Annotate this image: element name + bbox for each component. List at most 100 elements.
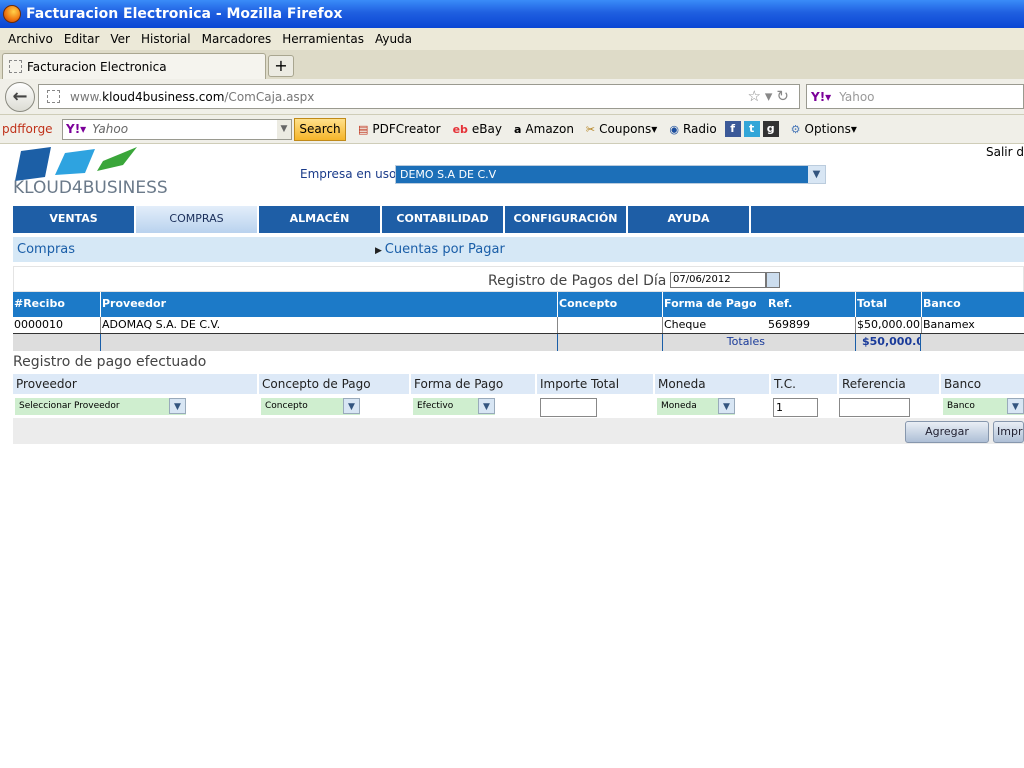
back-button[interactable]: ←	[5, 82, 35, 112]
pdfcreator-label: PDFCreator	[372, 122, 441, 136]
importe-input[interactable]	[540, 398, 597, 417]
chevron-down-icon[interactable]: ▼	[808, 166, 825, 183]
empresa-select[interactable]: DEMO S.A DE C.V ▼	[395, 165, 826, 184]
browser-tab[interactable]: Facturacion Electronica	[2, 53, 266, 79]
browser-search-placeholder: Yahoo	[839, 89, 875, 104]
cell-total: $50,000.00	[855, 317, 921, 333]
addon-toolbar: pdfforge Y!▾ Yahoo ▼ Search ▤ PDFCreator …	[0, 115, 1024, 144]
totals-label: Totales	[662, 334, 855, 351]
fh-proveedor: Proveedor	[13, 374, 257, 394]
amazon-button[interactable]: a Amazon	[514, 122, 574, 136]
radio-button[interactable]: ◉ Radio	[669, 122, 716, 136]
chevron-down-icon[interactable]: ▼	[478, 398, 495, 414]
agregar-button[interactable]: Agregar	[905, 421, 989, 443]
col-concepto: Concepto	[557, 292, 662, 317]
url-domain: kloud4business.com	[102, 89, 225, 104]
fh-forma: Forma de Pago	[411, 374, 535, 394]
nav-almacen[interactable]: ALMACÉN	[259, 206, 382, 233]
empresa-label: Empresa en uso:	[300, 167, 401, 181]
cuentas-por-pagar-label: Cuentas por Pagar	[384, 242, 505, 257]
menu-editar[interactable]: Editar	[64, 32, 100, 46]
fh-moneda: Moneda	[655, 374, 769, 394]
menu-ver[interactable]: Ver	[110, 32, 130, 46]
payments-table: #Recibo Proveedor Concepto Forma de Pago…	[13, 292, 1024, 351]
day-title: Registro de Pagos del Día	[488, 273, 667, 289]
bookmark-star-icon[interactable]: ☆▾↻	[747, 87, 793, 105]
triangle-right-icon: ▶	[375, 246, 385, 256]
google-plus-icon[interactable]: g	[762, 121, 779, 137]
chevron-down-icon[interactable]: ▼	[277, 119, 291, 139]
totals-row: Totales $50,000.00	[13, 334, 1024, 351]
fh-referencia: Referencia	[839, 374, 939, 394]
coupons-label: Coupons	[599, 122, 652, 136]
cell-proveedor: ADOMAQ S.A. DE C.V.	[100, 317, 557, 333]
options-button[interactable]: ⚙ Options ▾	[791, 122, 857, 136]
chevron-down-icon[interactable]: ▼	[343, 398, 360, 414]
ebay-button[interactable]: eb eBay	[453, 122, 502, 136]
cuentas-por-pagar-link[interactable]: ▶ Cuentas por Pagar	[375, 242, 505, 257]
forma-pago-select[interactable]: Efectivo ▼	[413, 398, 495, 415]
fh-concepto: Concepto de Pago	[259, 374, 409, 394]
menu-herramientas[interactable]: Herramientas	[282, 32, 364, 46]
chevron-down-icon[interactable]: ▼	[1007, 398, 1024, 414]
totals-value: $50,000.00	[855, 334, 921, 351]
toolbar-search-placeholder: Yahoo	[92, 122, 129, 136]
concepto-select[interactable]: Concepto ▼	[261, 398, 360, 415]
coupon-icon: ✂	[585, 122, 596, 136]
chevron-down-icon[interactable]: ▼	[169, 398, 186, 414]
col-ref: Ref.	[768, 297, 793, 310]
col-recibo: #Recibo	[14, 297, 65, 310]
nav-configuracion[interactable]: CONFIGURACIÓN	[505, 206, 628, 233]
cell-forma: Cheque	[662, 317, 767, 333]
chevron-down-icon[interactable]: ▼	[718, 398, 735, 414]
referencia-input[interactable]	[839, 398, 910, 417]
form-row: Seleccionar Proveedor ▼ Concepto ▼ Efect…	[13, 396, 1024, 418]
imprimir-button[interactable]: Imprimir	[993, 421, 1024, 443]
window-title: Facturacion Electronica - Mozilla Firefo…	[26, 6, 343, 22]
proveedor-select[interactable]: Seleccionar Proveedor ▼	[15, 398, 186, 415]
twitter-icon[interactable]: t	[743, 121, 760, 137]
page-favicon-icon	[9, 60, 22, 73]
fh-banco: Banco	[941, 374, 1024, 394]
table-header: #Recibo Proveedor Concepto Forma de Pago…	[13, 292, 1024, 317]
calendar-icon[interactable]	[766, 272, 780, 288]
yahoo-icon: Y!▾	[66, 122, 87, 136]
form-header: Proveedor Concepto de Pago Forma de Pago…	[13, 374, 1024, 394]
coupons-button[interactable]: ✂ Coupons ▾	[586, 122, 657, 136]
pdfcreator-button[interactable]: ▤ PDFCreator	[358, 122, 441, 136]
logo-mark-icon	[15, 147, 137, 181]
col-forma-pago: Forma de Pago	[662, 292, 767, 317]
moneda-select[interactable]: Moneda ▼	[657, 398, 735, 415]
fh-tc: T.C.	[771, 374, 837, 394]
url-prefix: www.	[70, 89, 103, 104]
nav-ayuda[interactable]: AYUDA	[628, 206, 751, 233]
nav-ventas[interactable]: VENTAS	[13, 206, 136, 233]
menu-marcadores[interactable]: Marcadores	[202, 32, 272, 46]
form-buttons: Agregar Imprimir	[13, 418, 1024, 444]
cell-banco: Banamex	[921, 317, 1024, 333]
web-page: Salir d KLOUD4BUSINESS Empresa en uso: D…	[0, 145, 1024, 768]
tc-input[interactable]: 1	[773, 398, 818, 417]
form-title: Registro de pago efectuado	[13, 354, 207, 370]
banco-select[interactable]: Banco ▼	[943, 398, 1024, 415]
menu-historial[interactable]: Historial	[141, 32, 191, 46]
nav-compras[interactable]: COMPRAS	[136, 206, 259, 233]
table-row[interactable]: 0000010 ADOMAQ S.A. DE C.V. Cheque 56989…	[13, 317, 1024, 334]
toolbar-search-input[interactable]: Y!▾ Yahoo ▼	[62, 118, 292, 140]
new-tab-button[interactable]: +	[268, 55, 294, 77]
menu-archivo[interactable]: Archivo	[8, 32, 53, 46]
url-bar[interactable]: www. kloud4business.com/ComCaja.aspx ☆▾↻	[38, 84, 800, 109]
concepto-value: Concepto	[265, 401, 308, 411]
yahoo-engine-icon[interactable]: Y!▾	[811, 90, 831, 104]
toolbar-search-button[interactable]: Search	[294, 117, 346, 141]
nav-contabilidad[interactable]: CONTABILIDAD	[382, 206, 505, 233]
logout-link[interactable]: Salir d	[986, 145, 1024, 159]
browser-search-box[interactable]: Y!▾ Yahoo	[806, 84, 1024, 109]
date-input[interactable]: 07/06/2012	[670, 272, 766, 288]
cell-recibo: 0000010	[14, 318, 63, 331]
site-identity-icon	[47, 90, 60, 103]
facebook-icon[interactable]: f	[724, 121, 741, 137]
breadcrumb-compras[interactable]: Compras	[17, 242, 75, 257]
ebay-label: eBay	[471, 122, 502, 136]
menu-ayuda[interactable]: Ayuda	[375, 32, 412, 46]
